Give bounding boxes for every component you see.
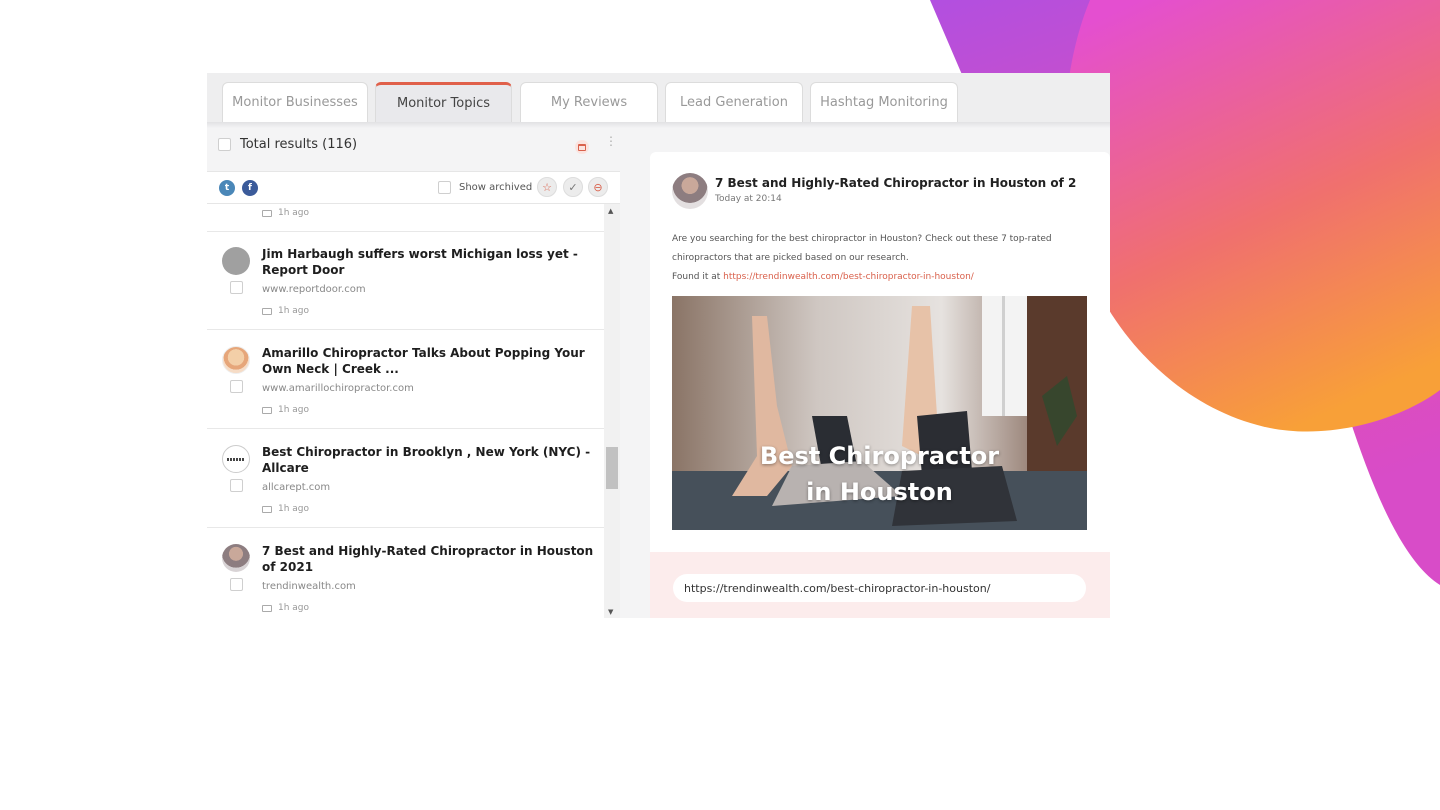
scroll-thumb[interactable] <box>606 447 618 489</box>
preview-body: Are you searching for the best chiroprac… <box>672 230 1082 287</box>
found-at-label: Found it at <box>672 272 724 282</box>
list-item[interactable]: Jim Harbaugh suffers worst Michigan loss… <box>207 231 604 330</box>
image-icon <box>262 604 272 612</box>
show-archived-label: Show archived <box>459 182 533 193</box>
item-title[interactable]: Amarillo Chiropractor Talks About Poppin… <box>262 345 597 377</box>
results-header: Total results (116) <box>218 137 357 152</box>
found-at-line: Found it at https://trendinwealth.com/be… <box>672 268 1082 287</box>
item-time: 1h ago <box>262 306 309 316</box>
star-filter-icon[interactable]: ☆ <box>537 177 557 197</box>
image-icon <box>262 307 272 315</box>
twitter-icon[interactable]: t <box>219 180 235 196</box>
tab-label: Monitor Topics <box>396 96 491 111</box>
total-results-label: Total results (116) <box>240 137 358 152</box>
list-item[interactable]: 7 Best and Highly-Rated Chiropractor in … <box>207 528 604 618</box>
minus-filter-icon[interactable]: ⊖ <box>588 177 608 197</box>
list-scrollbar[interactable]: ▲ ▼ <box>604 204 620 618</box>
item-time: 1h ago <box>262 405 309 415</box>
preview-text-line: Are you searching for the best chiroprac… <box>672 234 1052 244</box>
more-options-icon[interactable]: ⋮ <box>605 135 617 147</box>
preview-panel: 7 Best and Highly-Rated Chiropractor in … <box>650 152 1110 618</box>
url-bar: https://trendinwealth.com/best-chiroprac… <box>650 552 1110 618</box>
list-item[interactable]: Best Chiropractor in Brooklyn , New York… <box>207 429 604 528</box>
tab-bar: Monitor Businesses Monitor Topics My Rev… <box>207 73 1110 125</box>
item-title[interactable]: 7 Best and Highly-Rated Chiropractor in … <box>262 543 597 575</box>
scroll-down-arrow-icon[interactable]: ▼ <box>608 608 613 616</box>
preview-avatar <box>672 173 708 209</box>
tab-label: Hashtag Monitoring <box>820 95 948 110</box>
item-time-label: 1h ago <box>278 603 310 613</box>
tab-hashtag-monitoring[interactable]: Hashtag Monitoring <box>810 82 958 122</box>
tab-lead-generation[interactable]: Lead Generation <box>665 82 803 122</box>
found-at-link[interactable]: https://trendinwealth.com/best-chiroprac… <box>723 272 974 282</box>
image-icon <box>262 406 272 414</box>
avatar <box>222 445 250 473</box>
item-domain: www.amarillochiropractor.com <box>262 383 414 394</box>
item-checkbox[interactable] <box>230 479 243 492</box>
tab-monitor-topics[interactable]: Monitor Topics <box>375 82 512 122</box>
preview-image: Best Chiropractor in Houston <box>672 296 1087 530</box>
tab-my-reviews[interactable]: My Reviews <box>520 82 658 122</box>
item-time: 1h ago <box>262 208 309 218</box>
avatar <box>222 544 250 572</box>
item-time-label: 1h ago <box>278 504 310 514</box>
item-time-label: 1h ago <box>278 306 310 316</box>
facebook-icon[interactable]: f <box>242 180 258 196</box>
item-time-label: 1h ago <box>278 208 310 218</box>
scroll-up-arrow-icon[interactable]: ▲ <box>608 207 613 215</box>
url-field[interactable]: https://trendinwealth.com/best-chiroprac… <box>673 574 1086 602</box>
tab-shadow <box>207 122 1110 128</box>
select-all-checkbox[interactable] <box>218 138 231 151</box>
show-archived-checkbox[interactable] <box>438 181 451 194</box>
url-field-text: https://trendinwealth.com/best-chiroprac… <box>684 581 991 595</box>
filter-bar: t f Show archived ☆ ✓ ⊖ <box>207 171 620 204</box>
item-time-label: 1h ago <box>278 405 310 415</box>
item-time: 1h ago <box>262 504 309 514</box>
tab-monitor-businesses[interactable]: Monitor Businesses <box>222 82 368 122</box>
avatar <box>222 346 250 374</box>
item-title[interactable]: Best Chiropractor in Brooklyn , New York… <box>262 444 597 476</box>
tab-label: Monitor Businesses <box>232 95 358 110</box>
image-icon <box>262 209 272 217</box>
image-overlay-text: Best Chiropractor in Houston <box>672 438 1087 510</box>
item-checkbox[interactable] <box>230 380 243 393</box>
app-window: Monitor Businesses Monitor Topics My Rev… <box>207 73 1110 618</box>
image-icon <box>262 505 272 513</box>
avatar <box>222 247 250 275</box>
image-text-line: in Houston <box>806 478 953 506</box>
list-item[interactable]: Amarillo Chiropractor Talks About Poppin… <box>207 330 604 429</box>
item-title[interactable]: Jim Harbaugh suffers worst Michigan loss… <box>262 246 597 278</box>
image-text-line: Best Chiropractor <box>759 442 1000 470</box>
preview-date: Today at 20:14 <box>715 194 782 204</box>
preview-text-line: chiropractors that are picked based on o… <box>672 253 909 263</box>
item-checkbox[interactable] <box>230 578 243 591</box>
preview-title[interactable]: 7 Best and Highly-Rated Chiropractor in … <box>715 176 1076 190</box>
tab-label: My Reviews <box>550 95 628 110</box>
list-item-partial: 1h ago <box>207 204 604 232</box>
item-domain: trendinwealth.com <box>262 581 356 592</box>
tab-label: Lead Generation <box>680 95 788 110</box>
results-list: 1h ago Jim Harbaugh suffers worst Michig… <box>207 204 604 618</box>
item-domain: allcarept.com <box>262 482 331 493</box>
item-time: 1h ago <box>262 603 309 613</box>
item-domain: www.reportdoor.com <box>262 284 366 295</box>
calendar-icon[interactable] <box>575 140 589 154</box>
item-checkbox[interactable] <box>230 281 243 294</box>
check-filter-icon[interactable]: ✓ <box>563 177 583 197</box>
